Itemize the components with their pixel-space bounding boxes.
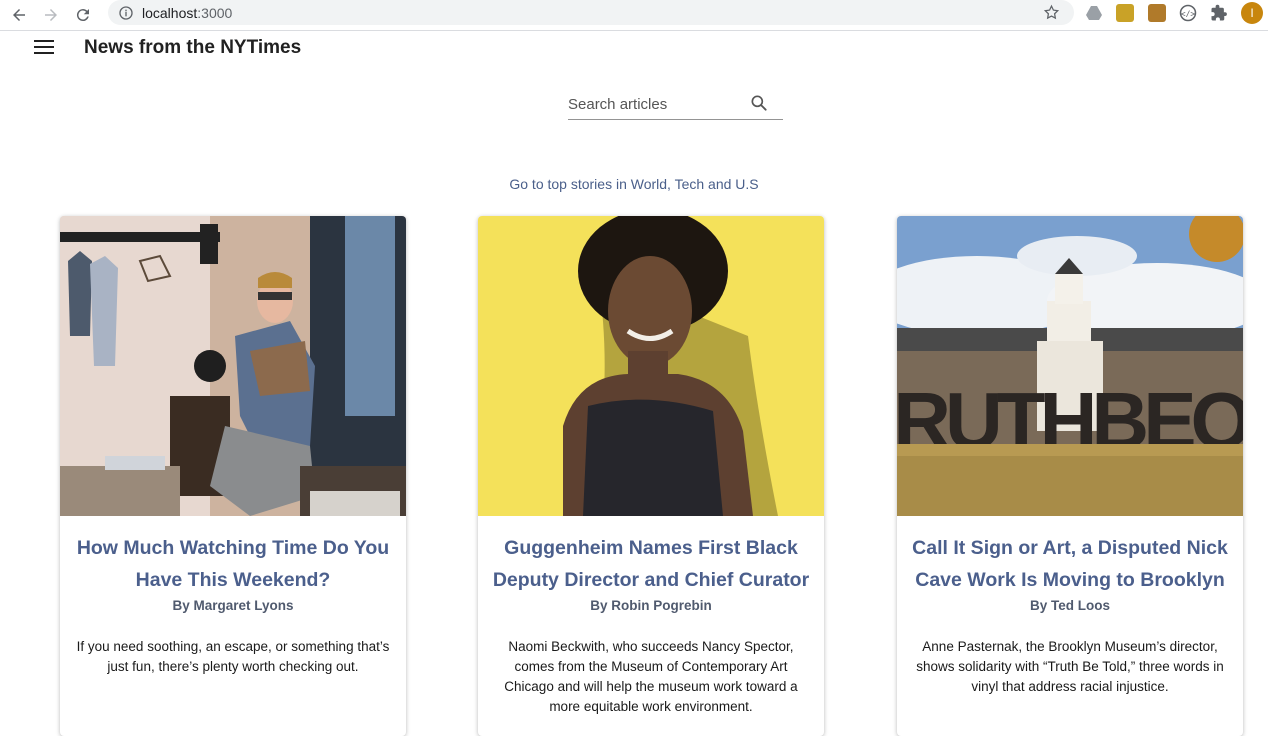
- forward-icon[interactable]: [38, 2, 64, 28]
- info-icon[interactable]: [118, 5, 134, 21]
- svg-text:</>: </>: [1181, 10, 1196, 19]
- article-byline: By Robin Pogrebin: [590, 598, 712, 613]
- article-image[interactable]: RUTHBEO: [897, 216, 1243, 516]
- back-icon[interactable]: [6, 2, 32, 28]
- hamburger-menu-icon[interactable]: [34, 40, 54, 56]
- article-title[interactable]: How Much Watching Time Do You Have This …: [70, 532, 396, 596]
- profile-avatar[interactable]: I: [1241, 2, 1263, 24]
- top-stories-link-container: Go to top stories in World, Tech and U.S: [0, 176, 1268, 192]
- article-title[interactable]: Call It Sign or Art, a Disputed Nick Cav…: [907, 532, 1233, 596]
- article-abstract: Naomi Beckwith, who succeeds Nancy Spect…: [504, 639, 798, 714]
- bookmark-star-icon[interactable]: [1043, 4, 1060, 21]
- page-title: News from the NYTimes: [84, 37, 302, 58]
- article-byline: By Margaret Lyons: [172, 598, 294, 613]
- article-image[interactable]: [60, 216, 406, 516]
- drive-extension-icon[interactable]: [1085, 4, 1103, 22]
- extension-icon[interactable]: [1148, 4, 1166, 22]
- article-abstract: If you need soothing, an escape, or some…: [76, 639, 390, 674]
- search-input[interactable]: [568, 92, 748, 116]
- article-card[interactable]: Guggenheim Names First Black Deputy Dire…: [478, 216, 824, 736]
- extension-icon[interactable]: [1116, 4, 1134, 22]
- article-card[interactable]: How Much Watching Time Do You Have This …: [60, 216, 406, 736]
- puzzle-extensions-icon[interactable]: [1210, 4, 1228, 22]
- article-title[interactable]: Guggenheim Names First Black Deputy Dire…: [488, 532, 814, 596]
- reload-icon[interactable]: [70, 2, 96, 28]
- search-field[interactable]: [568, 92, 783, 120]
- article-byline: By Ted Loos: [1029, 598, 1110, 613]
- article-abstract: Anne Pasternak, the Brooklyn Museum’s di…: [916, 639, 1224, 694]
- article-image[interactable]: [478, 216, 824, 516]
- top-stories-link[interactable]: Go to top stories in World, Tech and U.S: [509, 176, 758, 192]
- browser-toolbar: localhost:3000 </> I: [0, 0, 1268, 31]
- article-card[interactable]: RUTHBEO Call It Sign or Art, a Disputed …: [897, 216, 1243, 736]
- search-icon[interactable]: [749, 93, 769, 113]
- url-text[interactable]: localhost:3000: [142, 5, 232, 21]
- app-bar: News from the NYTimes: [0, 31, 1268, 65]
- address-bar[interactable]: localhost:3000: [108, 0, 1074, 25]
- code-extension-icon[interactable]: </>: [1179, 4, 1197, 22]
